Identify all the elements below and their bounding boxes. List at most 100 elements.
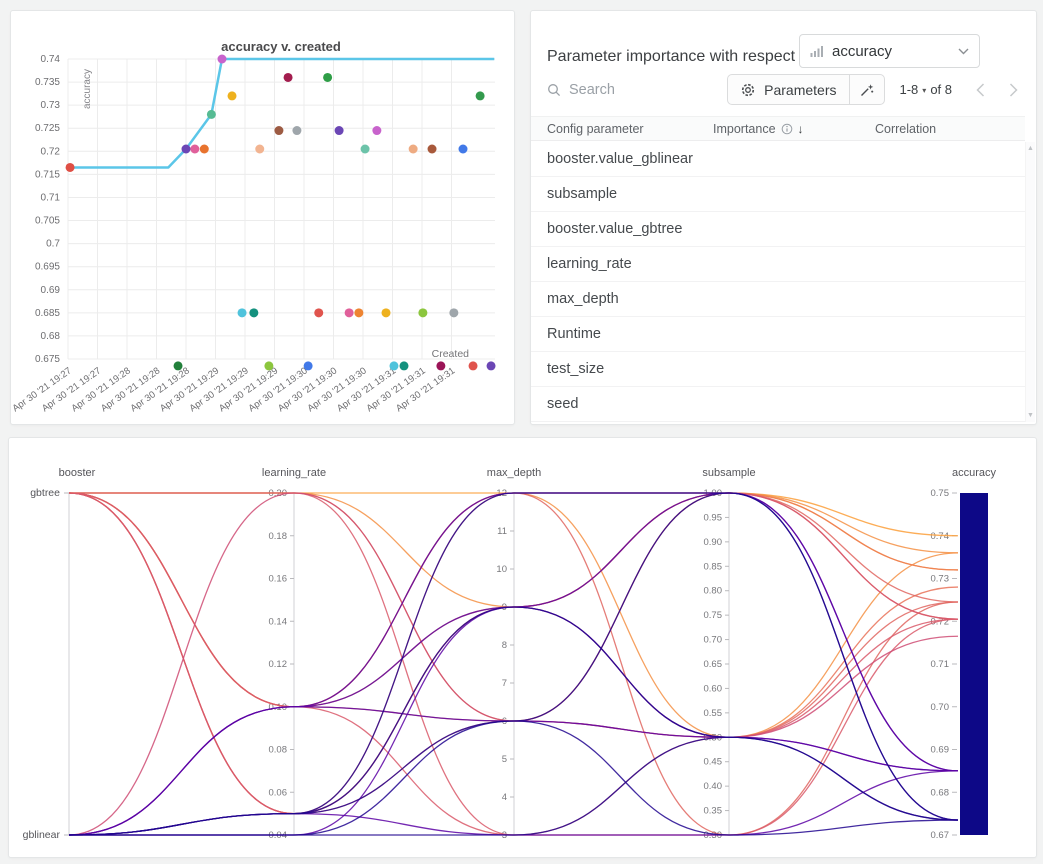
scatter-grid xyxy=(68,59,495,359)
svg-text:4: 4 xyxy=(502,792,507,803)
pagination-caret-icon: ▾ xyxy=(922,86,926,95)
table-row: seed xyxy=(531,387,1025,422)
svg-text:0.12: 0.12 xyxy=(269,659,288,670)
table-row: learning_rate xyxy=(531,247,1025,282)
table-row: Runtime xyxy=(531,317,1025,352)
pagination-total: of 8 xyxy=(930,82,952,97)
pagination-range: 1-8 xyxy=(900,82,919,97)
svg-text:0.60: 0.60 xyxy=(704,683,723,694)
svg-text:0.685: 0.685 xyxy=(35,308,60,319)
column-config-parameter: Config parameter xyxy=(547,122,713,136)
scroll-down-icon[interactable]: ▼ xyxy=(1027,412,1034,419)
table-row: booster.value_gbtree xyxy=(531,212,1025,247)
svg-text:learning_rate: learning_rate xyxy=(262,467,326,479)
svg-text:0.18: 0.18 xyxy=(269,531,288,542)
svg-text:0.80: 0.80 xyxy=(704,586,723,597)
metric-dropdown-value: accuracy xyxy=(832,43,950,60)
svg-text:0.705: 0.705 xyxy=(35,216,60,227)
svg-text:0.68: 0.68 xyxy=(931,787,950,798)
svg-text:0.06: 0.06 xyxy=(269,787,288,798)
scroll-up-icon[interactable]: ▲ xyxy=(1027,145,1034,152)
svg-text:0.695: 0.695 xyxy=(35,262,60,273)
svg-text:0.71: 0.71 xyxy=(931,659,950,670)
svg-text:0.75: 0.75 xyxy=(704,610,723,621)
svg-text:booster: booster xyxy=(59,467,96,479)
accuracy-colorbar xyxy=(960,493,988,835)
column-importance[interactable]: Importance ↓ xyxy=(713,122,875,136)
svg-text:10: 10 xyxy=(496,564,507,575)
svg-text:7: 7 xyxy=(502,678,507,689)
prev-page-button[interactable] xyxy=(976,83,985,97)
wandb-dashboard: { "importance_panel": { "title": "Parame… xyxy=(0,0,1043,864)
parallel-coordinates-panel: boostergbtreegblinearlearning_rate0.200.… xyxy=(8,437,1037,858)
svg-text:0.69: 0.69 xyxy=(41,285,61,296)
svg-text:8: 8 xyxy=(502,640,507,651)
table-row: test_size xyxy=(531,352,1025,387)
svg-text:0.70: 0.70 xyxy=(931,702,950,713)
svg-text:0.69: 0.69 xyxy=(931,745,950,756)
config-parameter-name: Runtime xyxy=(547,326,713,342)
svg-text:0.95: 0.95 xyxy=(704,512,723,523)
config-parameter-name: subsample xyxy=(547,186,713,202)
config-parameter-name: booster.value_gbtree xyxy=(547,221,713,237)
column-importance-label: Importance xyxy=(713,122,776,136)
parallel-coordinates-chart[interactable]: boostergbtreegblinearlearning_rate0.200.… xyxy=(9,438,1036,857)
config-parameter-name: max_depth xyxy=(547,291,713,307)
importance-table-body: booster.value_gblinear subsample booster.v… xyxy=(531,142,1025,423)
config-parameter-name: seed xyxy=(547,396,713,412)
prev-chevron-icon xyxy=(976,83,985,97)
svg-text:0.55: 0.55 xyxy=(704,708,723,719)
svg-text:accuracy v. created: accuracy v. created xyxy=(221,39,341,54)
svg-text:0.70: 0.70 xyxy=(704,635,723,646)
svg-text:0.74: 0.74 xyxy=(41,54,61,65)
table-scrollbar[interactable]: ▲ ▼ xyxy=(1025,142,1035,422)
svg-text:0.40: 0.40 xyxy=(704,781,723,792)
accuracy-vs-created-chart[interactable]: 0.740.7350.730.7250.720.7150.710.7050.70… xyxy=(11,11,514,424)
parameters-button[interactable]: Parameters xyxy=(728,75,848,104)
svg-text:0.73: 0.73 xyxy=(931,574,950,585)
svg-text:0.74: 0.74 xyxy=(931,531,950,542)
svg-text:gblinear: gblinear xyxy=(23,829,61,841)
magic-wand-button[interactable] xyxy=(849,75,884,104)
search-icon xyxy=(547,83,561,97)
svg-text:0.72: 0.72 xyxy=(41,146,61,157)
svg-text:0.65: 0.65 xyxy=(704,659,723,670)
svg-text:0.715: 0.715 xyxy=(35,169,60,180)
parameters-button-label: Parameters xyxy=(764,82,836,98)
metric-dropdown[interactable]: accuracy xyxy=(799,34,980,68)
table-header: Config parameter Importance ↓ Correlatio… xyxy=(531,116,1025,141)
svg-text:0.675: 0.675 xyxy=(35,354,60,365)
svg-text:Created: Created xyxy=(432,348,470,360)
svg-text:0.75: 0.75 xyxy=(931,488,950,499)
bar-chart-icon xyxy=(810,45,824,57)
svg-text:0.73: 0.73 xyxy=(41,100,61,111)
svg-text:0.85: 0.85 xyxy=(704,561,723,572)
svg-text:0.735: 0.735 xyxy=(35,77,60,88)
chevron-down-icon xyxy=(958,48,969,55)
svg-text:max_depth: max_depth xyxy=(487,467,541,479)
search-input[interactable] xyxy=(569,82,699,98)
config-parameter-name: learning_rate xyxy=(547,256,713,272)
svg-text:0.45: 0.45 xyxy=(704,757,723,768)
svg-text:5: 5 xyxy=(502,754,507,765)
next-page-button[interactable] xyxy=(1009,83,1018,97)
search-box[interactable] xyxy=(547,82,727,98)
svg-text:0.90: 0.90 xyxy=(704,537,723,548)
run-points xyxy=(66,55,496,371)
svg-text:0.68: 0.68 xyxy=(41,331,61,342)
sort-descending-icon: ↓ xyxy=(798,122,804,136)
parameter-importance-panel: Parameter importance with respect to acc… xyxy=(530,10,1037,425)
svg-text:subsample: subsample xyxy=(702,467,755,479)
column-correlation: Correlation xyxy=(875,122,1025,136)
svg-text:0.67: 0.67 xyxy=(931,830,950,841)
svg-text:0.71: 0.71 xyxy=(41,192,61,203)
parameters-button-group: Parameters xyxy=(727,74,884,105)
config-parameter-name: test_size xyxy=(547,361,713,377)
svg-text:0.08: 0.08 xyxy=(269,745,288,756)
table-row: subsample xyxy=(531,177,1025,212)
panel-title: Parameter importance with respect to xyxy=(547,48,813,66)
svg-text:0.35: 0.35 xyxy=(704,806,723,817)
table-row: booster.value_gblinear xyxy=(531,142,1025,177)
svg-text:accuracy: accuracy xyxy=(952,467,997,479)
pagination[interactable]: 1-8 ▾ of 8 xyxy=(900,82,953,97)
